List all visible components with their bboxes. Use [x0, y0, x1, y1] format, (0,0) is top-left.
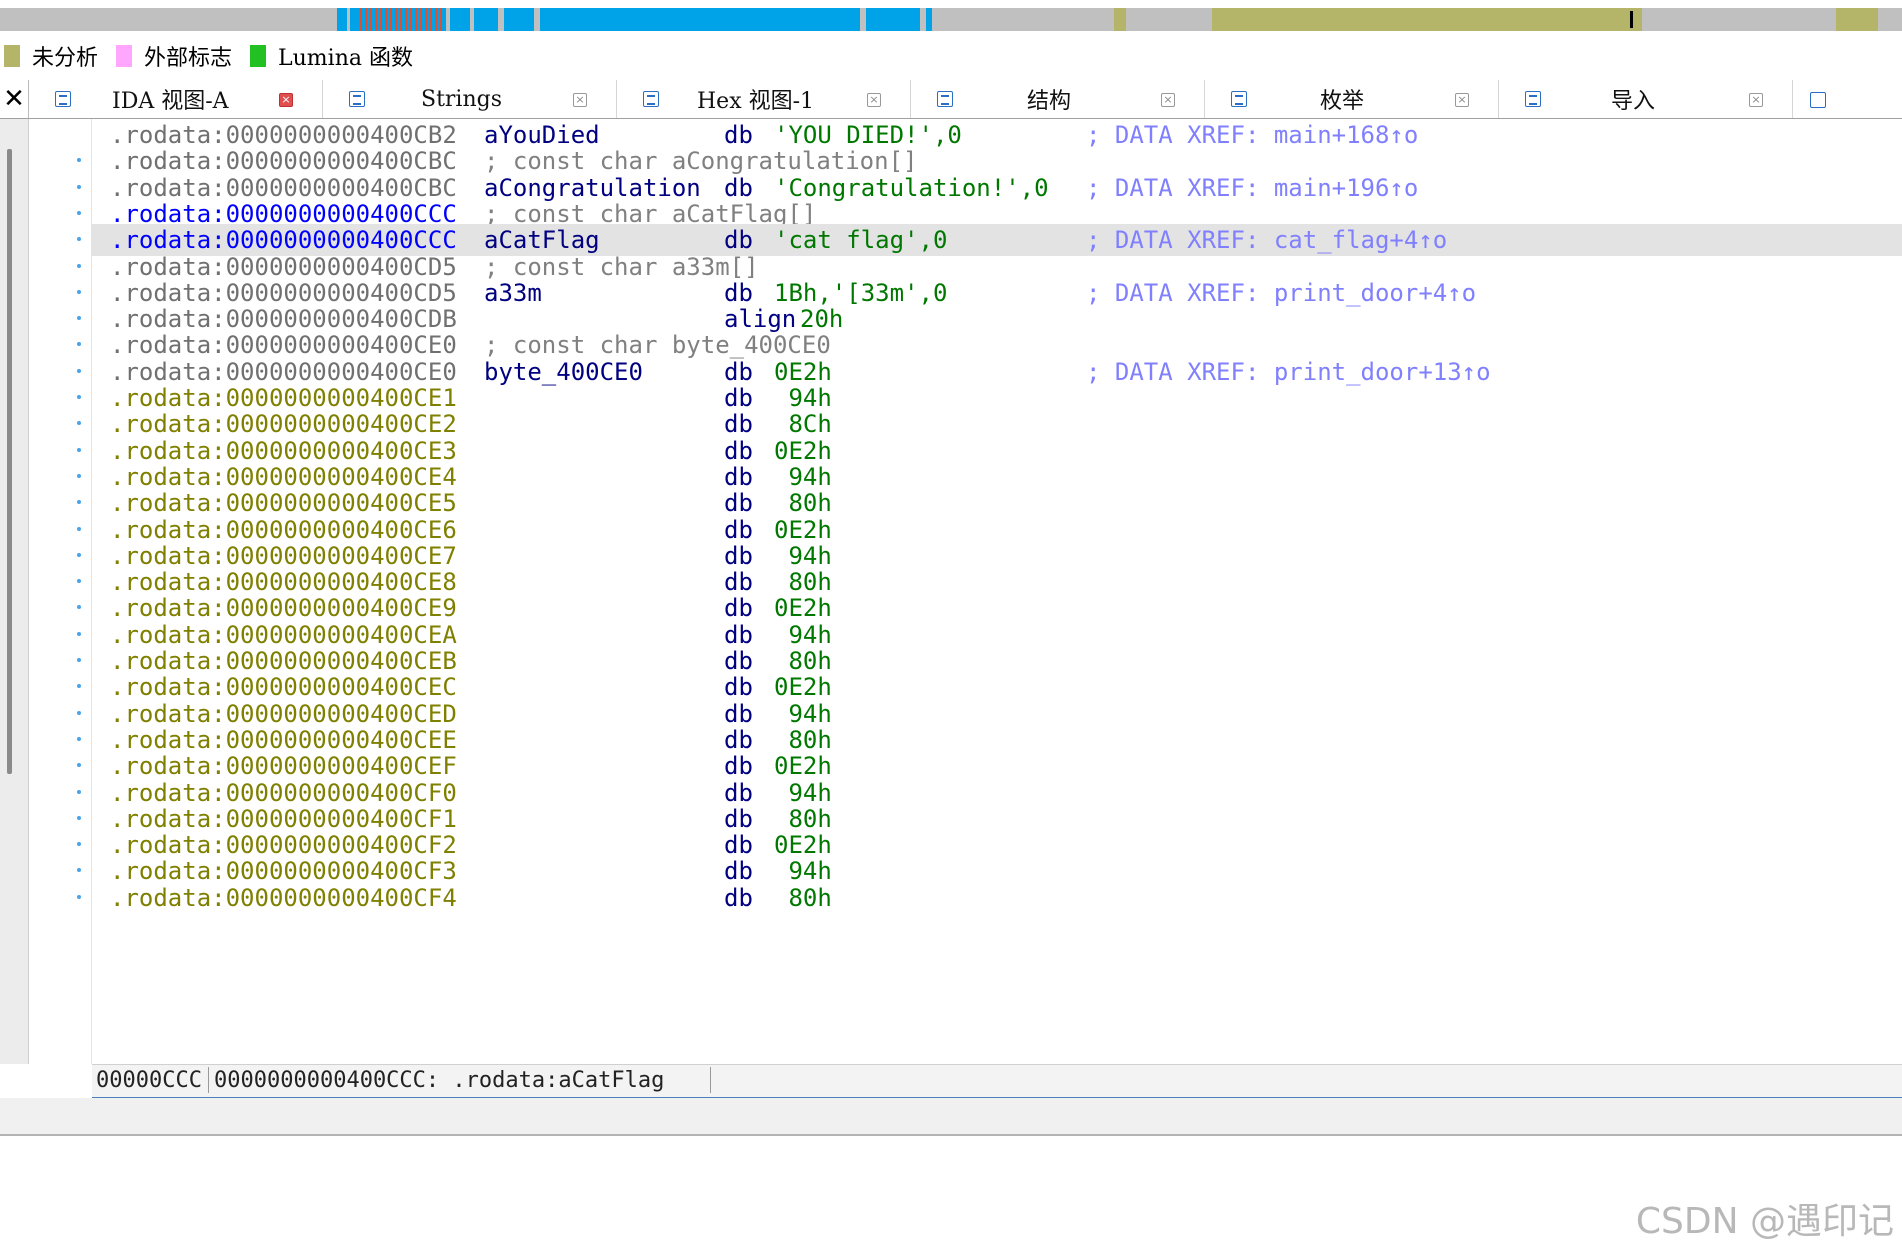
file-offset: 00000CCC: [96, 1068, 202, 1093]
imports-icon: [1525, 91, 1541, 107]
listing-row[interactable]: .rodata:0000000000400CF4 db 80h: [92, 882, 1902, 914]
breakpoint-dot[interactable]: [77, 737, 81, 741]
tab-label: 结构: [1027, 89, 1072, 114]
tab-imports[interactable]: 导入 ×: [1499, 80, 1793, 118]
breakpoint-dot[interactable]: [77, 553, 81, 557]
tab-strings[interactable]: Strings ×: [323, 80, 617, 118]
divider: [710, 1067, 711, 1093]
view-icon: [55, 91, 71, 107]
row-operand[interactable]: 80h: [774, 882, 831, 914]
breakpoint-dot[interactable]: [77, 632, 81, 636]
vertical-scrollbar[interactable]: [0, 119, 29, 1064]
breakpoint-dot[interactable]: [77, 790, 81, 794]
exports-icon: [1810, 92, 1826, 108]
breakpoint-dot[interactable]: [77, 185, 81, 189]
breakpoint-dot[interactable]: [77, 290, 81, 294]
breakpoint-dot[interactable]: [77, 316, 81, 320]
legend-swatch-external: [116, 45, 133, 67]
disassembly-listing[interactable]: .rodata:0000000000400CB2 aYouDied db 'YOU D…: [92, 119, 1902, 1064]
legend-label: Lumina 函数: [278, 46, 413, 71]
breakpoint-dot[interactable]: [77, 500, 81, 504]
output-panel: [0, 1098, 1902, 1136]
breakpoint-dot[interactable]: [77, 474, 81, 478]
breakpoint-dot[interactable]: [77, 711, 81, 715]
breakpoint-dot[interactable]: [77, 448, 81, 452]
breakpoint-dot[interactable]: [77, 684, 81, 688]
breakpoint-dot[interactable]: [77, 605, 81, 609]
arrows-gutter: [29, 119, 92, 1064]
legend: 未分析 外部标志 Lumina 函数: [0, 40, 1902, 72]
breakpoint-dot[interactable]: [77, 158, 81, 162]
tab-label: IDA 视图-A: [112, 89, 229, 114]
row-address[interactable]: .rodata:0000000000400CF4: [110, 882, 457, 914]
tab-hex-view-1[interactable]: Hex 视图-1 ×: [617, 80, 911, 118]
breakpoint-dot[interactable]: [77, 816, 81, 820]
breakpoint-dot[interactable]: [77, 579, 81, 583]
breakpoint-dot[interactable]: [77, 868, 81, 872]
strings-icon: [349, 91, 365, 107]
tab-close-icon[interactable]: ×: [1161, 93, 1175, 107]
navigation-band[interactable]: [0, 8, 1902, 31]
exports-tab[interactable]: [1808, 80, 1838, 118]
breakpoint-dot[interactable]: [77, 342, 81, 346]
breakpoint-dot[interactable]: [77, 527, 81, 531]
legend-swatch-lumina: [250, 45, 267, 67]
tab-label: 导入: [1611, 89, 1656, 114]
tab-structures[interactable]: 结构 ×: [911, 80, 1205, 118]
address-status-bar: 00000CCC 0000000000400CCC: .rodata:aCatF…: [92, 1064, 1902, 1098]
close-icon[interactable]: ✕: [0, 80, 29, 118]
breakpoint-dot[interactable]: [77, 842, 81, 846]
legend-label: 未分析: [32, 46, 99, 71]
divider: [208, 1067, 209, 1093]
hex-icon: [643, 91, 659, 107]
structures-icon: [937, 91, 953, 107]
tab-close-icon[interactable]: ×: [1749, 93, 1763, 107]
breakpoint-dot[interactable]: [77, 421, 81, 425]
watermark: CSDN @遇印记: [1635, 1201, 1894, 1242]
breakpoint-dot[interactable]: [77, 237, 81, 241]
current-location: 0000000000400CCC: .rodata:aCatFlag: [214, 1068, 665, 1093]
tab-label: 枚举: [1320, 89, 1365, 114]
breakpoint-dot[interactable]: [77, 763, 81, 767]
scrollbar-thumb[interactable]: [7, 149, 12, 774]
tab-close-icon[interactable]: ×: [1455, 93, 1469, 107]
breakpoint-dot[interactable]: [77, 895, 81, 899]
tab-close-icon[interactable]: ×: [573, 93, 587, 107]
tab-ida-view-a[interactable]: IDA 视图-A ×: [29, 80, 323, 118]
breakpoint-dot[interactable]: [77, 264, 81, 268]
tab-enums[interactable]: 枚举 ×: [1205, 80, 1499, 118]
breakpoint-dot[interactable]: [77, 658, 81, 662]
breakpoint-dot[interactable]: [77, 369, 81, 373]
tab-label: Strings: [421, 86, 503, 112]
tab-close-icon[interactable]: ×: [867, 93, 881, 107]
enums-icon: [1231, 91, 1247, 107]
tab-label: Hex 视图-1: [697, 89, 815, 114]
tab-bar: ✕ IDA 视图-A × Strings × Hex 视图-1 × 结构 × 枚…: [0, 80, 1902, 119]
legend-label: 外部标志: [144, 46, 233, 71]
legend-swatch-unexplored: [4, 45, 20, 67]
row-mnemonic: db: [724, 884, 753, 912]
breakpoint-dot[interactable]: [77, 211, 81, 215]
breakpoint-dot[interactable]: [77, 395, 81, 399]
tab-close-icon[interactable]: ×: [279, 93, 293, 107]
